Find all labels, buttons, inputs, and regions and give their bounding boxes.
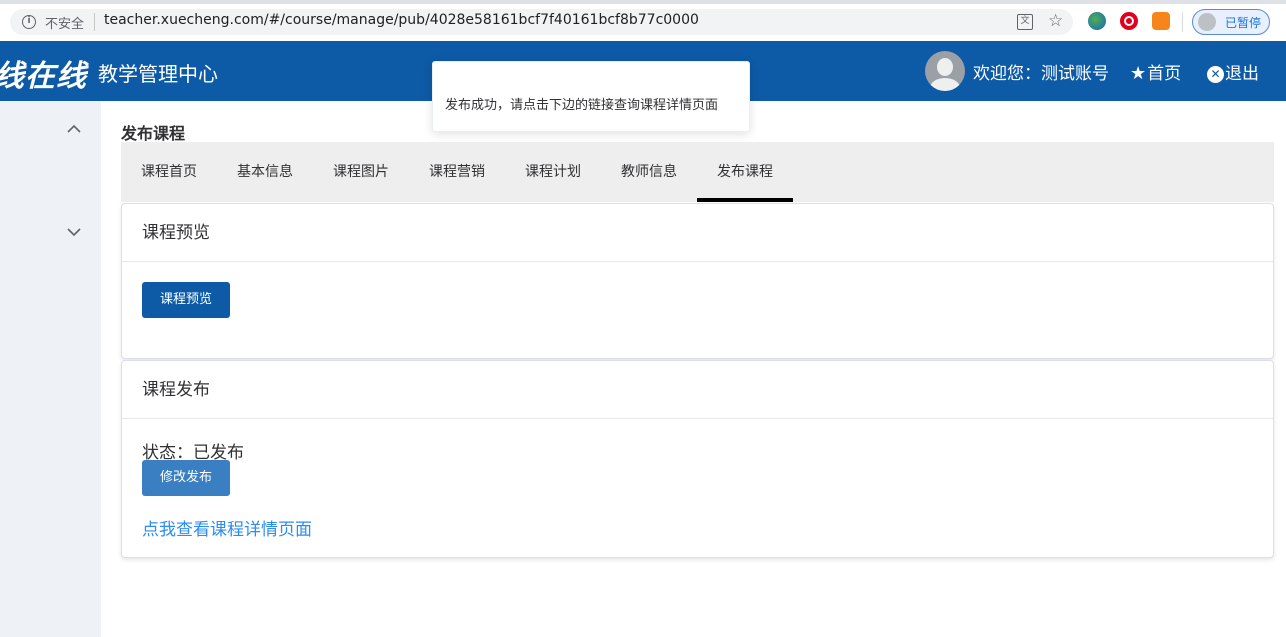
logout-label: 退出 (1225, 64, 1259, 84)
translate-icon[interactable]: 文 (1017, 14, 1033, 30)
star-icon: ★ (1130, 63, 1147, 84)
course-detail-link[interactable]: 点我查看课程详情页面 (142, 515, 312, 540)
logout-link[interactable]: ✕ 退出 (1207, 59, 1259, 84)
profile-status-label: 已暂停 (1225, 16, 1262, 30)
tab-course-marketing[interactable]: 课程营销 (409, 142, 505, 202)
close-circle-icon: ✕ (1207, 66, 1224, 83)
tab-course-home[interactable]: 课程首页 (121, 142, 217, 202)
toolbar-divider (1182, 12, 1183, 32)
browser-toolbar: i 不安全 teacher.xuecheng.com/#/course/mana… (0, 0, 1286, 41)
tab-course-images[interactable]: 课程图片 (313, 142, 409, 202)
insecure-label[interactable]: 不安全 (45, 13, 84, 32)
card-title: 课程预览 (122, 204, 1273, 262)
url-text[interactable]: teacher.xuecheng.com/#/course/manage/pub… (104, 12, 699, 28)
page-title: 发布课程 (121, 124, 186, 143)
app-title: 教学管理中心 (98, 62, 218, 86)
chevron-up-icon[interactable] (66, 121, 82, 137)
success-toast: 发布成功，请点击下边的链接查询课程详情页面 (432, 61, 750, 132)
address-divider (94, 13, 95, 31)
course-tabs: 课程首页 基本信息 课程图片 课程营销 课程计划 教师信息 发布课程 (121, 142, 1274, 202)
home-label: 首页 (1147, 64, 1182, 84)
profile-avatar-icon (1198, 13, 1216, 31)
fox-extension-icon[interactable] (1152, 12, 1170, 30)
globe-extension-icon[interactable] (1088, 12, 1106, 30)
tab-teacher-info[interactable]: 教师信息 (601, 142, 697, 202)
card-title: 课程发布 (122, 361, 1273, 419)
home-link[interactable]: ★首页 (1130, 59, 1181, 84)
tab-publish-course[interactable]: 发布课程 (697, 142, 793, 202)
chevron-down-icon[interactable] (66, 224, 82, 240)
tab-course-plan[interactable]: 课程计划 (505, 142, 601, 202)
profile-button[interactable]: 已暂停 (1192, 9, 1270, 35)
sidebar (0, 101, 101, 637)
user-avatar[interactable] (925, 51, 965, 91)
welcome-text: 欢迎您：测试账号 (973, 64, 1109, 84)
adobe-extension-icon[interactable] (1120, 12, 1138, 30)
course-publish-card: 课程发布 状态：已发布 修改发布 点我查看课程详情页面 (121, 360, 1274, 558)
avatar-head (937, 58, 953, 76)
address-bar[interactable]: i 不安全 teacher.xuecheng.com/#/course/mana… (10, 9, 1073, 35)
modify-publish-button[interactable]: 修改发布 (142, 460, 230, 496)
avatar-body (930, 78, 960, 91)
browser-tabstrip-edge (0, 0, 1286, 4)
toast-message: 发布成功，请点击下边的链接查询课程详情页面 (445, 98, 719, 113)
logo[interactable]: 线在线 (0, 51, 87, 95)
course-preview-card: 课程预览 课程预览 (121, 203, 1274, 359)
tab-basic-info[interactable]: 基本信息 (217, 142, 313, 202)
course-preview-button[interactable]: 课程预览 (142, 282, 230, 318)
info-icon[interactable]: i (22, 15, 36, 29)
bookmark-star-icon[interactable]: ☆ (1048, 11, 1063, 31)
